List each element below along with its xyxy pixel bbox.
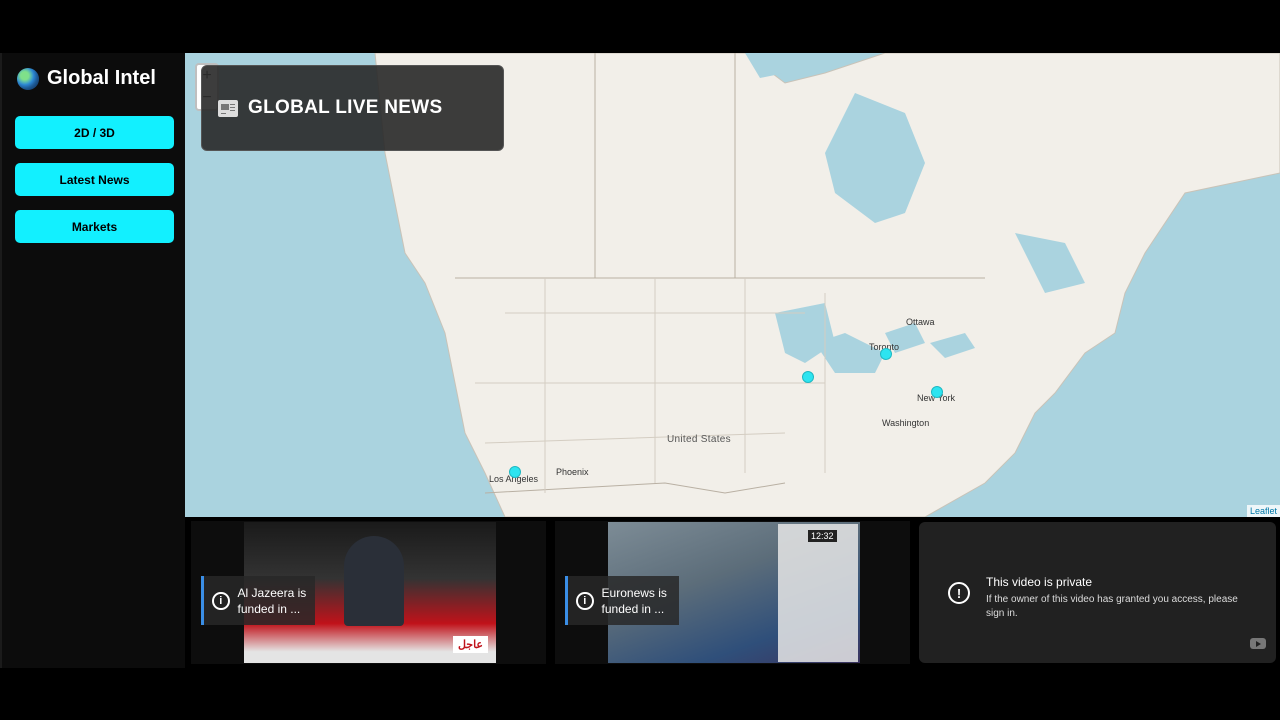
latest-news-button[interactable]: Latest News bbox=[15, 163, 174, 196]
funding-note: Euronews is funded in ... bbox=[601, 585, 667, 616]
city-label-ottawa: Ottawa bbox=[906, 317, 935, 327]
info-icon: i bbox=[576, 591, 594, 610]
panel-title: GLOBAL LIVE NEWS bbox=[248, 97, 443, 118]
newspaper-icon bbox=[218, 99, 238, 117]
news-sidebar-overlay bbox=[778, 524, 858, 662]
app-root: Global Intel 2D / 3D Latest News Markets… bbox=[0, 53, 1280, 668]
funding-info-box[interactable]: i Al Jazeera is funded in ... bbox=[201, 576, 315, 625]
brand-title: Global Intel bbox=[47, 67, 156, 89]
brand: Global Intel bbox=[17, 67, 156, 90]
toggle-2d-3d-button[interactable]: 2D / 3D bbox=[15, 116, 174, 149]
city-label-washington: Washington bbox=[882, 418, 930, 428]
globe-icon bbox=[17, 67, 39, 90]
video-player-al-jazeera[interactable]: عاجل i Al Jazeera is funded in ... bbox=[191, 521, 546, 664]
map[interactable]: + − GLOBAL LIVE NEWS United States Ottaw… bbox=[185, 53, 1280, 517]
alert-icon: ! bbox=[948, 582, 970, 604]
private-video-title: This video is private bbox=[986, 575, 1093, 589]
video-player-euronews[interactable]: 12:32 i Euronews is funded in ... bbox=[555, 521, 910, 664]
private-video-description: If the owner of this video has granted y… bbox=[986, 594, 1238, 619]
private-video-player[interactable]: ! This video is private If the owner of … bbox=[919, 522, 1276, 663]
news-marker-new-york[interactable] bbox=[931, 386, 943, 398]
map-attribution[interactable]: Leaflet bbox=[1246, 505, 1280, 517]
funding-info-box[interactable]: i Euronews is funded in ... bbox=[565, 576, 679, 625]
presenter-image bbox=[344, 536, 404, 626]
markets-button[interactable]: Markets bbox=[15, 210, 174, 243]
global-live-news-panel: GLOBAL LIVE NEWS bbox=[201, 65, 504, 151]
sidebar: Global Intel 2D / 3D Latest News Markets bbox=[0, 53, 185, 668]
country-label: United States bbox=[667, 434, 731, 445]
time-badge: 12:32 bbox=[808, 530, 837, 542]
attribution-link[interactable]: Leaflet bbox=[1250, 506, 1277, 516]
news-marker-los-angeles[interactable] bbox=[509, 466, 521, 478]
youtube-icon[interactable] bbox=[1250, 638, 1266, 649]
video-strip: عاجل i Al Jazeera is funded in ... 12:32… bbox=[185, 517, 1280, 668]
breaking-badge: عاجل bbox=[452, 636, 488, 653]
city-label-phoenix: Phoenix bbox=[556, 467, 589, 477]
funding-note: Al Jazeera is funded in ... bbox=[237, 585, 307, 616]
news-marker-toronto[interactable] bbox=[880, 348, 892, 360]
news-marker-chicago[interactable] bbox=[802, 371, 814, 383]
info-icon: i bbox=[212, 591, 230, 610]
